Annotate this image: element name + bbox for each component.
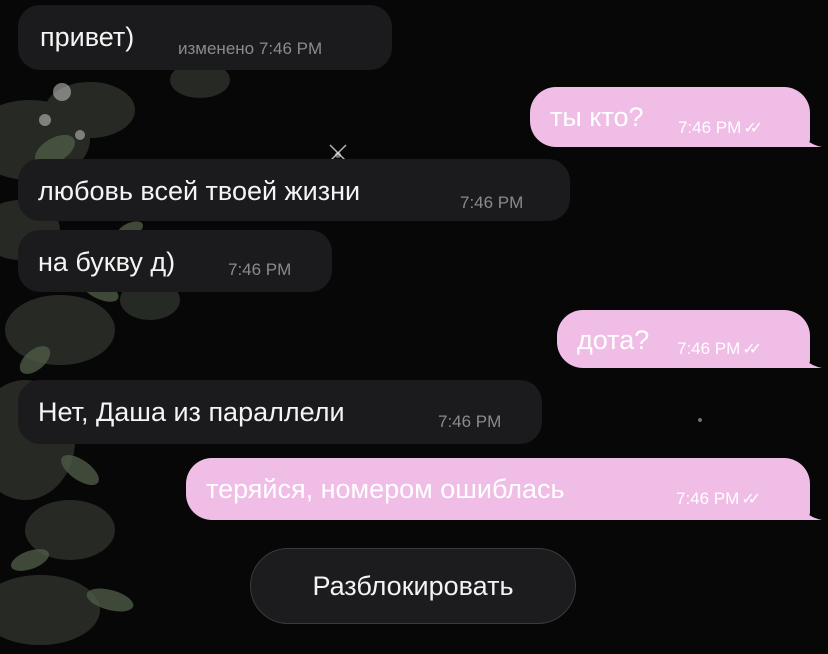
incoming-message[interactable]: привет) изменено 7:46 PM — [18, 5, 392, 70]
double-check-icon: ✓✓ — [742, 341, 762, 358]
double-check-icon: ✓✓ — [741, 491, 761, 508]
message-list: привет) изменено 7:46 PM ты кто? 7:46 PM… — [0, 0, 828, 654]
bubble-tail — [798, 125, 822, 147]
message-time: 7:46 PM — [677, 339, 741, 358]
message-text: ты кто? — [550, 102, 644, 132]
message-time: 7:46 PM — [258, 39, 323, 58]
message-text: на букву д) — [38, 247, 176, 277]
bubble-tail — [798, 498, 822, 520]
message-meta: 7:46 PM — [228, 260, 291, 280]
message-text: теряйся, номером ошиблась — [206, 474, 565, 504]
message-text: привет) — [40, 22, 135, 52]
incoming-message[interactable]: любовь всей твоей жизни 7:46 PM — [18, 159, 570, 221]
message-time: 7:46 PM — [676, 489, 740, 508]
incoming-message[interactable]: на букву д) 7:46 PM — [18, 230, 332, 292]
message-time: 7:46 PM — [460, 193, 524, 212]
message-text: Нет, Даша из параллели — [38, 397, 345, 427]
outgoing-message[interactable]: теряйся, номером ошиблась 7:46 PM ✓✓ — [186, 458, 822, 520]
message-meta: изменено 7:46 PM — [178, 39, 322, 59]
outgoing-message[interactable]: дота? 7:46 PM ✓✓ — [557, 310, 822, 368]
double-check-icon: ✓✓ — [743, 120, 763, 137]
bubble-tail — [798, 346, 822, 368]
message-time: 7:46 PM — [438, 412, 502, 431]
message-time: 7:46 PM — [228, 260, 292, 279]
message-meta: 7:46 PM ✓✓ — [677, 339, 762, 360]
message-meta: 7:46 PM — [460, 193, 523, 213]
edited-label: изменено — [178, 39, 255, 58]
unblock-button[interactable]: Разблокировать — [250, 548, 576, 624]
outgoing-message[interactable]: ты кто? 7:46 PM ✓✓ — [530, 87, 822, 147]
message-meta: 7:46 PM ✓✓ — [678, 118, 763, 139]
incoming-message[interactable]: Нет, Даша из параллели 7:46 PM — [18, 380, 542, 444]
message-text: любовь всей твоей жизни — [38, 176, 361, 206]
message-text: дота? — [577, 325, 650, 355]
message-meta: 7:46 PM — [438, 412, 501, 432]
message-time: 7:46 PM — [678, 118, 742, 137]
message-meta: 7:46 PM ✓✓ — [676, 489, 761, 510]
